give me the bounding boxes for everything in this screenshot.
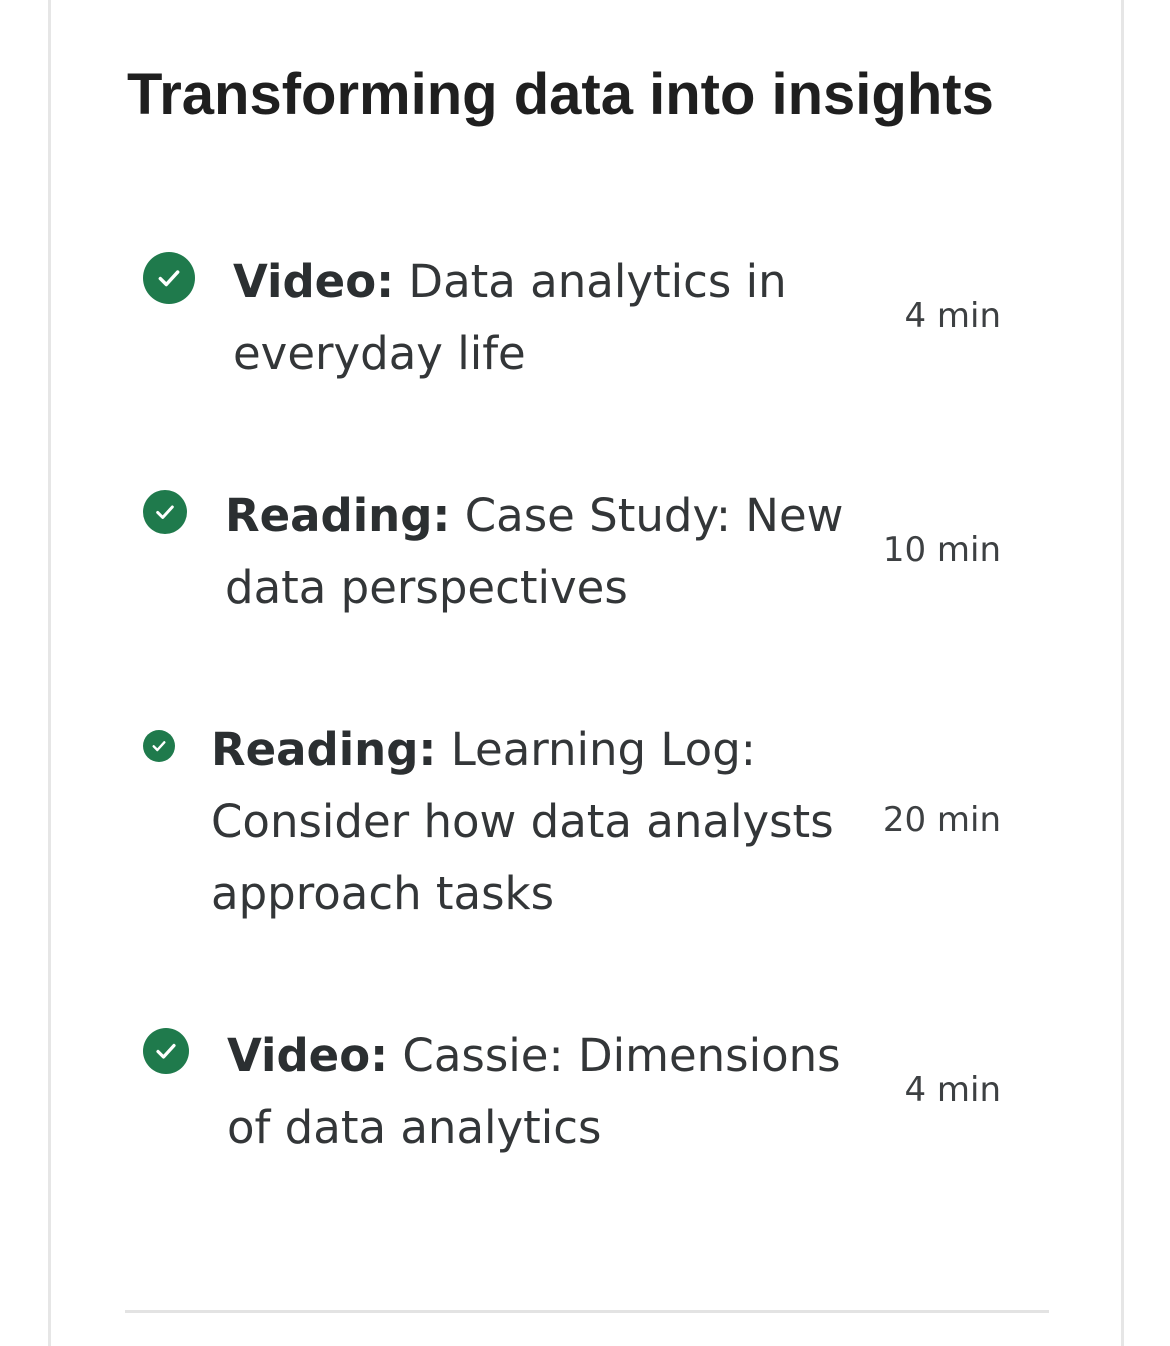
check-circle-icon	[143, 252, 195, 304]
module-title: Transforming data into insights	[127, 62, 994, 127]
item-duration: 10 min	[882, 530, 1001, 570]
list-item-video-data-analytics-everyday-life[interactable]: Video: Data analytics in everyday life 4…	[51, 246, 1121, 396]
item-type-label: Video:	[233, 255, 395, 308]
item-title: Video: Cassie: Dimensions of data analyt…	[227, 1020, 887, 1164]
item-duration: 4 min	[904, 1070, 1001, 1110]
list-item-video-cassie-dimensions[interactable]: Video: Cassie: Dimensions of data analyt…	[51, 1020, 1121, 1170]
item-title: Reading: Learning Log: Consider how data…	[211, 714, 851, 930]
section-divider	[125, 1310, 1049, 1313]
item-title: Reading: Case Study: New data perspectiv…	[225, 480, 865, 624]
item-duration: 20 min	[882, 800, 1001, 840]
list-item-reading-case-study[interactable]: Reading: Case Study: New data perspectiv…	[51, 480, 1121, 630]
check-circle-icon	[143, 1028, 189, 1074]
check-circle-icon	[143, 490, 187, 534]
list-item-reading-learning-log[interactable]: Reading: Learning Log: Consider how data…	[51, 714, 1121, 934]
module-card: Transforming data into insights Video: D…	[48, 0, 1124, 1346]
check-circle-icon	[143, 730, 175, 762]
item-title: Video: Data analytics in everyday life	[233, 246, 853, 390]
item-type-label: Reading:	[211, 723, 437, 776]
item-type-label: Video:	[227, 1029, 389, 1082]
item-type-label: Reading:	[225, 489, 451, 542]
item-duration: 4 min	[904, 296, 1001, 336]
